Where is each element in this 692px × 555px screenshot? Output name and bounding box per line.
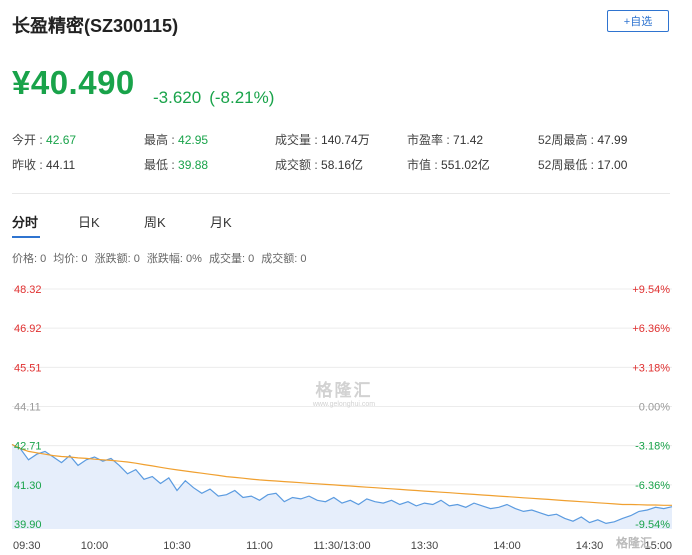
crosshair-info-bar: 价格: 0 均价: 0 涨跌额: 0 涨跌幅: 0% 成交量: 0 成交额: 0	[12, 250, 311, 266]
y-axis-price-label: 48.32	[14, 284, 42, 296]
y-axis-percent-label: 0.00%	[639, 402, 670, 414]
corner-brand-logo: 格隆汇	[616, 536, 653, 550]
x-axis-time-label: 11:00	[246, 540, 273, 552]
tab-weekly-k[interactable]: 周K	[144, 211, 210, 241]
stats-row-2: 昨收 : 44.11 最低 : 39.88 成交额 : 58.16亿 市值 : …	[12, 156, 672, 181]
stat-volume: 成交量 : 140.74万	[275, 133, 370, 147]
divider	[12, 193, 670, 194]
price-change: -3.620 (-8.21%)	[153, 88, 274, 108]
info-change-pct: 涨跌幅: 0%	[146, 253, 202, 265]
y-axis-price-label: 39.90	[14, 519, 42, 531]
y-axis-percent-label: +3.18%	[632, 362, 670, 374]
x-axis-time-label: 10:00	[81, 540, 109, 552]
tab-monthly-k[interactable]: 月K	[210, 211, 276, 241]
x-axis-time-label: 14:00	[493, 540, 521, 552]
info-avg-price: 均价: 0	[53, 253, 88, 265]
y-axis-price-label: 42.71	[14, 441, 42, 453]
stat-high: 最高 : 42.95	[144, 133, 209, 147]
info-turnover: 成交额: 0	[261, 253, 307, 265]
y-axis-percent-label: -3.18%	[635, 441, 670, 453]
y-axis-percent-label: -9.54%	[635, 519, 670, 531]
y-axis-price-label: 44.11	[14, 402, 41, 414]
info-volume: 成交量: 0	[208, 253, 255, 265]
x-axis-time-label: 13:30	[411, 540, 439, 552]
x-axis-time-label: 09:30	[13, 540, 41, 552]
current-price: ¥40.490	[12, 64, 135, 101]
y-axis-percent-label: +9.54%	[632, 284, 670, 296]
change-percent: (-8.21%)	[209, 88, 275, 107]
y-axis-price-label: 46.92	[14, 323, 42, 335]
info-change: 涨跌额: 0	[94, 253, 140, 265]
stat-low: 最低 : 39.88	[144, 158, 209, 172]
price-area	[12, 444, 672, 529]
stat-turnover: 成交额 : 58.16亿	[275, 158, 364, 172]
y-axis-percent-label: -6.36%	[635, 480, 670, 492]
change-amount: -3.620	[153, 88, 202, 107]
info-price: 价格: 0	[12, 253, 47, 265]
stats-row-1: 今开 : 42.67 最高 : 42.95 成交量 : 140.74万 市盈率 …	[12, 131, 672, 156]
stat-pe: 市盈率 : 71.42	[407, 133, 484, 147]
tab-intraday[interactable]: 分时	[12, 211, 78, 241]
tab-daily-k[interactable]: 日K	[78, 211, 144, 241]
stats-panel: 今开 : 42.67 最高 : 42.95 成交量 : 140.74万 市盈率 …	[12, 131, 672, 181]
stat-prev-close: 昨收 : 44.11	[12, 158, 76, 172]
stat-market-cap: 市值 : 551.02亿	[407, 158, 490, 172]
y-axis-price-label: 45.51	[14, 362, 42, 374]
intraday-chart[interactable]: 48.32 +9.54% 46.92 +6.36% 45.51 +3.18% 44.11 0.…	[0, 278, 692, 555]
y-axis-percent-label: +6.36%	[632, 323, 670, 335]
chart-tabs: 分时 日K 周K 月K	[12, 211, 276, 241]
x-axis-time-label: 11:30/13:00	[313, 540, 370, 552]
stat-52w-high: 52周最高 : 47.99	[538, 133, 628, 147]
x-axis-time-label: 14:30	[576, 540, 604, 552]
y-axis-price-label: 41.30	[14, 480, 42, 492]
stat-open: 今开 : 42.67	[12, 133, 77, 147]
watermark-logo: 格隆汇 www.gelonghui.com	[312, 381, 376, 408]
stat-52w-low: 52周最低 : 17.00	[538, 158, 628, 172]
x-axis-time-label: 10:30	[163, 540, 191, 552]
add-to-watchlist-button[interactable]: +自选	[607, 10, 669, 32]
stock-title: 长盈精密(SZ300115)	[12, 16, 179, 36]
